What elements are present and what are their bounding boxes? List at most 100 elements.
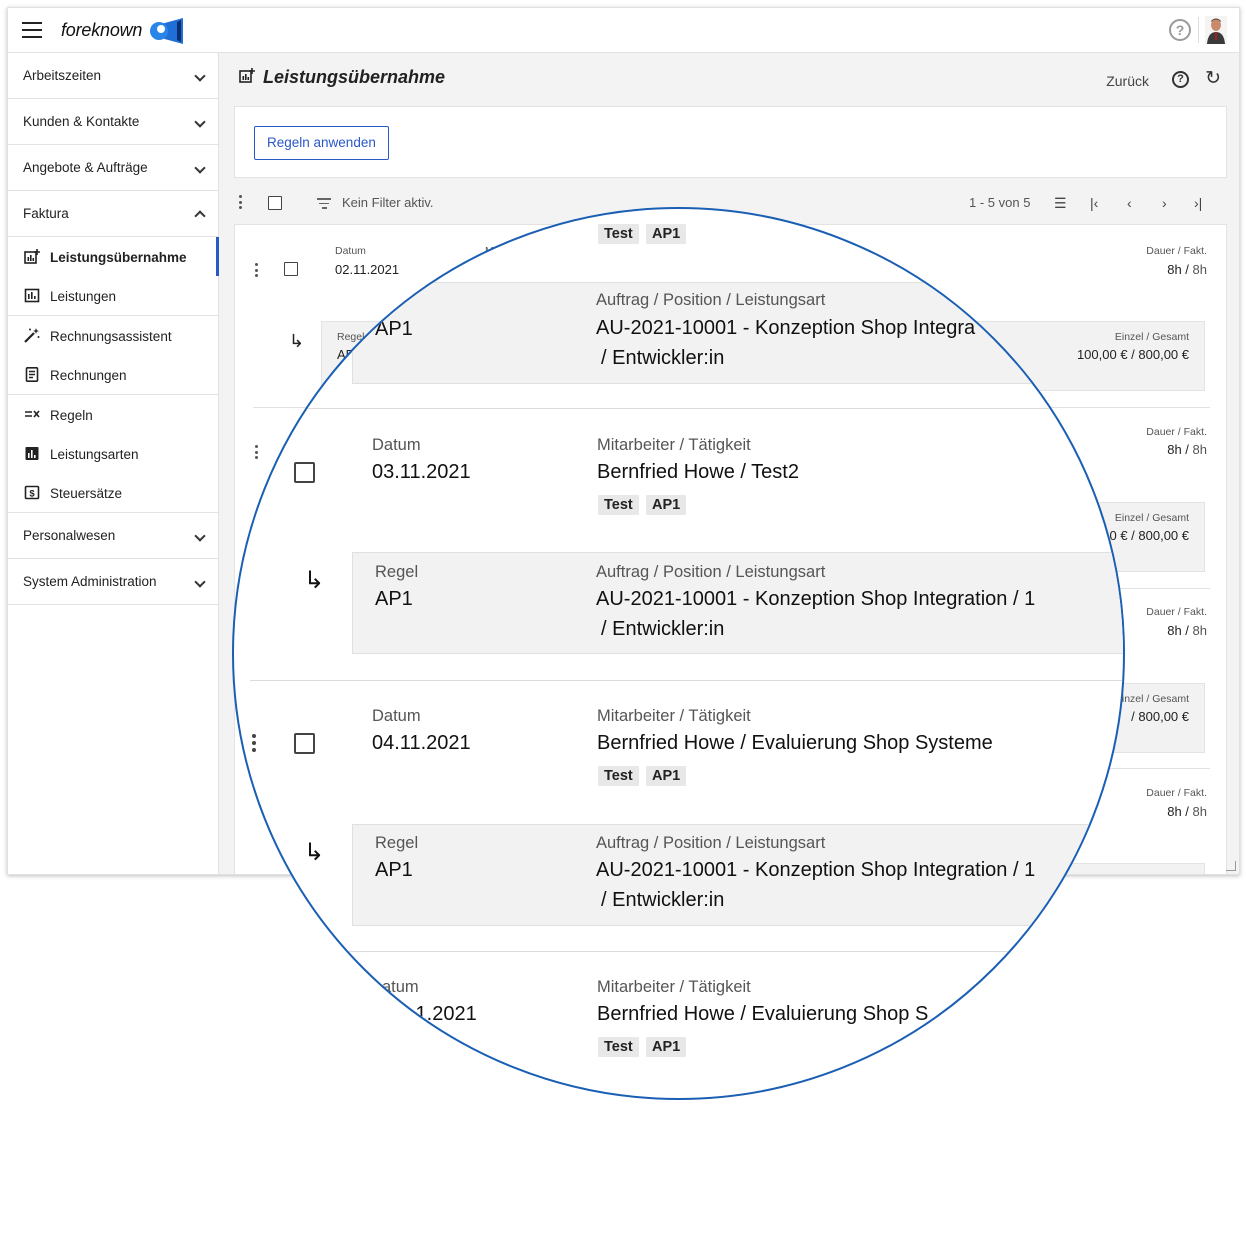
chart-plus-icon bbox=[239, 68, 257, 87]
regel-label: Regel bbox=[375, 563, 419, 581]
rule-arrow-icon: ↳ bbox=[304, 839, 325, 866]
sidebar-group-kunden-kontakte[interactable]: Kunden & Kontakte bbox=[8, 99, 218, 145]
auftrag-value: AU-2021-10001 - Konzeption Shop Integrat… bbox=[596, 588, 1036, 610]
datum-value: 04.11.2021 bbox=[372, 732, 471, 754]
resize-handle-icon[interactable] bbox=[1226, 861, 1236, 871]
receipt-icon bbox=[24, 367, 40, 383]
row-more-icon[interactable] bbox=[252, 734, 257, 755]
sidebar-item-label: Regeln bbox=[50, 407, 93, 423]
pagination-range: 1 - 5 von 5 bbox=[969, 195, 1031, 210]
row-divider bbox=[250, 680, 1123, 681]
sidebar-item-rechnungsassistent[interactable]: Rechnungsassistent bbox=[8, 316, 218, 355]
sidebar-item-label: Leistungsübernahme bbox=[50, 250, 187, 265]
rule-arrow-icon: ↳ bbox=[304, 567, 325, 594]
rule-arrow-icon: ↳ bbox=[304, 321, 325, 348]
sidebar-group-faktura[interactable]: Faktura bbox=[8, 191, 218, 237]
tag-badge: AP1 bbox=[646, 495, 687, 515]
row-more-icon[interactable] bbox=[256, 438, 261, 459]
actions-card: Regeln anwenden bbox=[234, 106, 1227, 178]
tag-badge: Test bbox=[598, 766, 639, 786]
back-link[interactable]: Zurück bbox=[1106, 73, 1149, 89]
chevron-down-icon bbox=[194, 530, 206, 542]
top-bar: foreknown ? bbox=[8, 8, 1239, 53]
chart-plus-icon bbox=[24, 249, 40, 264]
sidebar-item-leistungsuebernahme[interactable]: Leistungsübernahme bbox=[8, 237, 219, 277]
dauer-value: 8h / 8h bbox=[1167, 804, 1207, 819]
sidebar-group-label: Kunden & Kontakte bbox=[23, 114, 140, 129]
tag-badge: Test bbox=[598, 224, 639, 244]
einzel-label: Einzel / Gesamt bbox=[1115, 873, 1189, 874]
row-divider bbox=[250, 408, 1123, 409]
next-page-icon[interactable]: › bbox=[1162, 195, 1167, 211]
sidebar-group-label: Personalwesen bbox=[23, 527, 116, 543]
regel-value: AP1 bbox=[375, 859, 413, 881]
tag-badge: AP1 bbox=[646, 766, 687, 786]
einzel-label: Einzel / Gesamt bbox=[1107, 502, 1125, 516]
sidebar-item-regeln[interactable]: Regeln bbox=[8, 395, 218, 434]
magnified-content: Test AP1 ↳ gel AP1 Auftrag / Position / … bbox=[234, 209, 1125, 1098]
menu-icon[interactable] bbox=[22, 22, 42, 38]
mitarbeiter-value: Bernfried Howe / Evaluierung Shop S bbox=[597, 1003, 929, 1025]
magic-wand-icon bbox=[24, 327, 40, 343]
dauer-label: Dauer / Fakt. bbox=[1146, 787, 1207, 799]
chevron-down-icon bbox=[194, 116, 206, 128]
select-all-checkbox[interactable] bbox=[268, 196, 282, 210]
rules-icon bbox=[24, 407, 40, 422]
bar-chart-icon bbox=[24, 288, 40, 303]
sidebar-item-label: Leistungen bbox=[50, 289, 117, 305]
chevron-down-icon bbox=[194, 162, 206, 174]
sidebar-group-label: Faktura bbox=[23, 206, 69, 221]
mitarbeiter-label: Mitarbeiter / Tätigkeit bbox=[597, 978, 751, 996]
dollar-box-icon: $ bbox=[24, 485, 40, 500]
einzel-value: / 800,00 € bbox=[1131, 709, 1189, 724]
help-icon[interactable]: ? bbox=[1172, 71, 1189, 88]
auftrag-value-line2: / Entwickler:in bbox=[601, 347, 725, 369]
mitarbeiter-label: Mitarbeiter / Tätigkeit bbox=[597, 436, 751, 454]
sidebar-group-label: System Administration bbox=[23, 573, 157, 589]
chevron-down-icon bbox=[194, 576, 206, 588]
refresh-icon[interactable]: ↻ bbox=[1205, 67, 1221, 90]
sidebar-item-label: Steuersätze bbox=[50, 486, 123, 502]
row-checkbox[interactable] bbox=[294, 462, 315, 483]
last-page-icon[interactable]: ›| bbox=[1194, 195, 1202, 211]
sidebar-item-label: Rechnungen bbox=[50, 368, 127, 384]
sidebar-group-label: Angebote & Aufträge bbox=[23, 160, 148, 175]
auftrag-value: AU-2021-10001 - Konzeption Shop Integrat… bbox=[596, 859, 1036, 881]
tag-badge: Test bbox=[598, 495, 639, 515]
mitarbeiter-label: Mitarbeiter / Tätigkeit bbox=[597, 707, 751, 725]
tag-badge: Test bbox=[598, 1037, 639, 1057]
dauer-label: Dauer / Fakt. bbox=[1146, 606, 1207, 618]
datum-label: atum bbox=[382, 978, 419, 996]
sidebar-item-label: Leistungsarten bbox=[50, 446, 139, 462]
user-avatar[interactable] bbox=[1205, 16, 1227, 44]
regel-label-cut: gel bbox=[375, 292, 398, 310]
auftrag-label: Auftrag / Position / Leistungsart bbox=[596, 834, 826, 852]
sidebar-item-leistungen[interactable]: Leistungen bbox=[8, 276, 218, 316]
svg-text:$: $ bbox=[29, 489, 35, 500]
auftrag-value-line2: / Entwickler:in bbox=[601, 889, 725, 911]
sidebar-item-leistungsarten[interactable]: Leistungsarten bbox=[8, 434, 218, 473]
tag-badge: AP1 bbox=[646, 224, 687, 244]
page-title: Leistungsübernahme bbox=[239, 67, 445, 88]
dauer-value: 8h / 8h bbox=[1167, 262, 1207, 277]
row-checkbox[interactable] bbox=[294, 733, 315, 754]
sidebar-group-personalwesen[interactable]: Personalwesen bbox=[8, 513, 218, 559]
sidebar-group-angebote-auftraege[interactable]: Angebote & Aufträge bbox=[8, 145, 218, 191]
dauer-value: 8h / 8h bbox=[1167, 623, 1207, 638]
apply-rules-button[interactable]: Regeln anwenden bbox=[254, 126, 389, 160]
dauer-label: Dauer / Fakt. bbox=[1146, 245, 1207, 257]
help-icon[interactable]: ? bbox=[1169, 19, 1191, 41]
sidebar-group-system-administration[interactable]: System Administration bbox=[8, 559, 218, 605]
sidebar-item-steuersaetze[interactable]: $ Steuersätze bbox=[8, 473, 218, 513]
sidebar: Arbeitszeiten Kunden & Kontakte Angebote… bbox=[8, 53, 219, 874]
einzel-label: Einzel / Gesamt bbox=[1114, 693, 1189, 705]
prev-page-icon[interactable]: ‹ bbox=[1127, 195, 1132, 211]
dauer-label: Dauer / Fakt. bbox=[1146, 426, 1207, 438]
regel-value: AP1 bbox=[375, 588, 413, 610]
magnifier-lens: Test AP1 ↳ gel AP1 Auftrag / Position / … bbox=[232, 207, 1125, 1100]
regel-label: Regel bbox=[375, 834, 419, 852]
bar-chart-filled-icon bbox=[24, 446, 40, 461]
sidebar-group-arbeitszeiten[interactable]: Arbeitszeiten bbox=[8, 53, 218, 99]
sidebar-item-rechnungen[interactable]: Rechnungen bbox=[8, 355, 218, 395]
page-title-text: Leistungsübernahme bbox=[263, 67, 446, 87]
